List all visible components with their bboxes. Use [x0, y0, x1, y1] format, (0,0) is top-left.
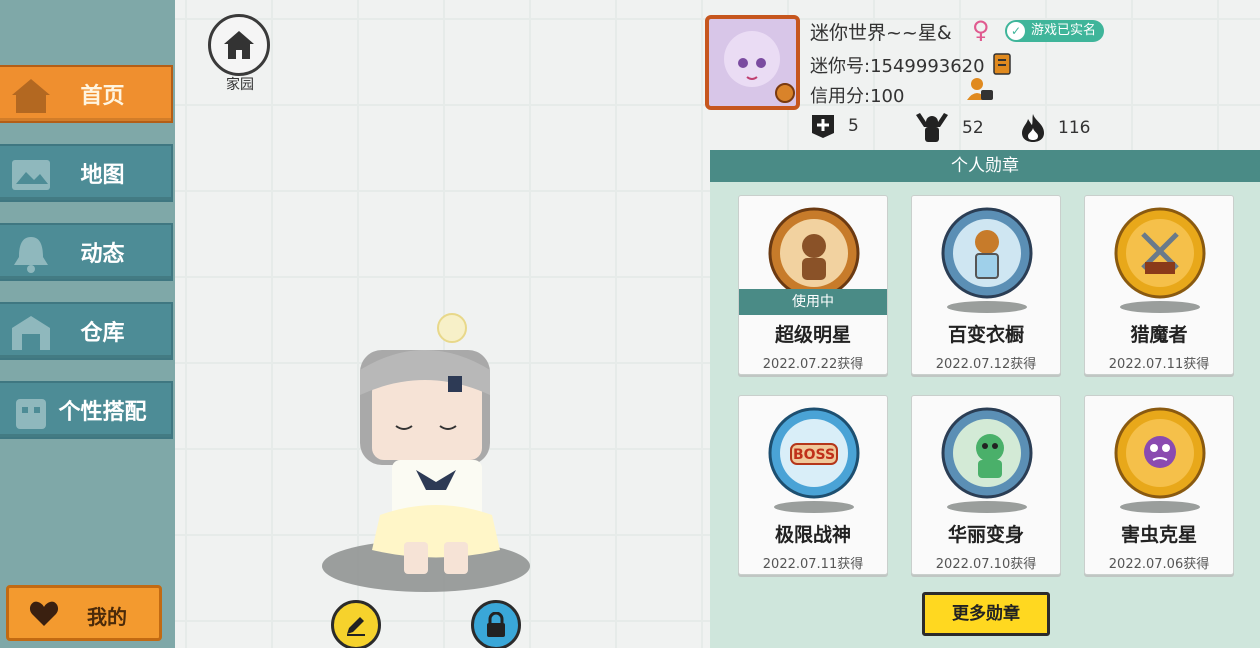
medal-card[interactable]: 华丽变身 2022.07.10获得: [911, 395, 1061, 575]
home-icon: [224, 31, 254, 59]
add-friend-icon: [812, 115, 834, 138]
user-check-icon: ✓: [1007, 22, 1025, 40]
avatar-image: [709, 19, 796, 106]
demon-hunter-medal-icon: [1114, 207, 1206, 299]
in-use-badge: 使用中: [739, 289, 887, 315]
home-button[interactable]: [208, 14, 270, 76]
fans-count: 52: [962, 118, 984, 138]
friends-count: 5: [848, 116, 859, 136]
fans-stat: 52: [914, 113, 984, 143]
medal-date: 2022.07.11获得: [762, 557, 864, 572]
medal-name: 华丽变身: [947, 524, 1024, 546]
heart-icon: [29, 601, 59, 626]
cheer-icon: [916, 113, 948, 142]
profile-avatar[interactable]: [705, 15, 800, 110]
sidebar: 首页 地图 动态 仓库 个性搭配 我的: [0, 0, 175, 648]
svg-text:BOSS: BOSS: [793, 447, 835, 463]
flame-icon: [1022, 114, 1044, 142]
credit-score: 信用分:100: [810, 86, 905, 107]
medal-name: 极限战神: [774, 524, 851, 546]
superstar-medal-icon: [768, 207, 860, 299]
home-label: 家园: [226, 77, 254, 93]
medal-date: 2022.07.12获得: [935, 357, 1037, 372]
transform-medal-icon: [941, 407, 1033, 499]
sidebar-item-label: 动态: [80, 242, 125, 267]
medal-date: 2022.07.06获得: [1108, 557, 1210, 572]
medal-name: 猎魔者: [1130, 324, 1188, 346]
character-avatar[interactable]: [330, 310, 530, 590]
popularity-count: 116: [1058, 118, 1091, 138]
edit-button[interactable]: [331, 600, 381, 648]
verified-label: 游戏已实名: [1031, 23, 1097, 38]
sidebar-item-map[interactable]: 地图: [0, 144, 173, 202]
credit-icon[interactable]: [966, 76, 994, 102]
medal-name: 超级明星: [774, 324, 851, 346]
medal-card[interactable]: BOSS 极限战神 2022.07.11获得: [738, 395, 888, 575]
medal-date: 2022.07.22获得: [762, 357, 864, 372]
mine-label: 我的: [87, 605, 127, 629]
sidebar-item-label: 个性搭配: [58, 400, 147, 425]
sidebar-item-label: 仓库: [80, 321, 125, 346]
sidebar-item-feed[interactable]: 动态: [0, 223, 173, 281]
medal-card[interactable]: 猎魔者 2022.07.11获得: [1084, 195, 1234, 375]
verified-badge: ✓ 游戏已实名: [1005, 20, 1105, 42]
popularity-stat: 116: [1020, 113, 1090, 143]
more-medals-button[interactable]: 更多勋章: [922, 592, 1050, 636]
friends-stat: 5: [810, 113, 859, 139]
copy-icon[interactable]: [992, 50, 1016, 76]
sidebar-item-outfit[interactable]: 个性搭配: [0, 381, 173, 439]
medal-name: 害虫克星: [1120, 524, 1197, 546]
username: 迷你世界~~星&: [810, 22, 952, 44]
medal-panel-title: 个人勋章: [710, 150, 1260, 182]
sidebar-item-home[interactable]: 首页: [0, 65, 173, 123]
medal-card[interactable]: 害虫克星 2022.07.06获得: [1084, 395, 1234, 575]
sidebar-item-warehouse[interactable]: 仓库: [0, 302, 173, 360]
medal-base: [947, 301, 1027, 313]
medal-base: [947, 501, 1027, 513]
pest-buster-medal-icon: [1114, 407, 1206, 499]
medal-base: [1120, 301, 1200, 313]
pencil-icon: [347, 617, 365, 636]
female-icon: ♀: [972, 16, 990, 44]
sidebar-item-label: 首页: [80, 84, 125, 109]
mine-button[interactable]: 我的: [6, 585, 162, 641]
medal-card[interactable]: 使用中 超级明星 2022.07.22获得: [738, 195, 888, 375]
medal-card[interactable]: 百变衣橱 2022.07.12获得: [911, 195, 1061, 375]
medal-base: [1120, 501, 1200, 513]
medal-panel: 个人勋章 使用中 超级明星 2022.07.22获得 百变衣橱 2022.07.…: [710, 150, 1260, 648]
sidebar-item-label: 地图: [80, 163, 125, 188]
medal-date: 2022.07.11获得: [1108, 357, 1210, 372]
wardrobe-medal-icon: [941, 207, 1033, 299]
mini-id: 迷你号:1549993620: [810, 56, 985, 77]
lock-icon: [487, 612, 505, 637]
lock-button[interactable]: [471, 600, 521, 648]
medal-name: 百变衣橱: [947, 324, 1024, 346]
boss-medal-icon: BOSS: [768, 407, 860, 499]
medal-date: 2022.07.10获得: [935, 557, 1037, 572]
medal-base: [774, 501, 854, 513]
